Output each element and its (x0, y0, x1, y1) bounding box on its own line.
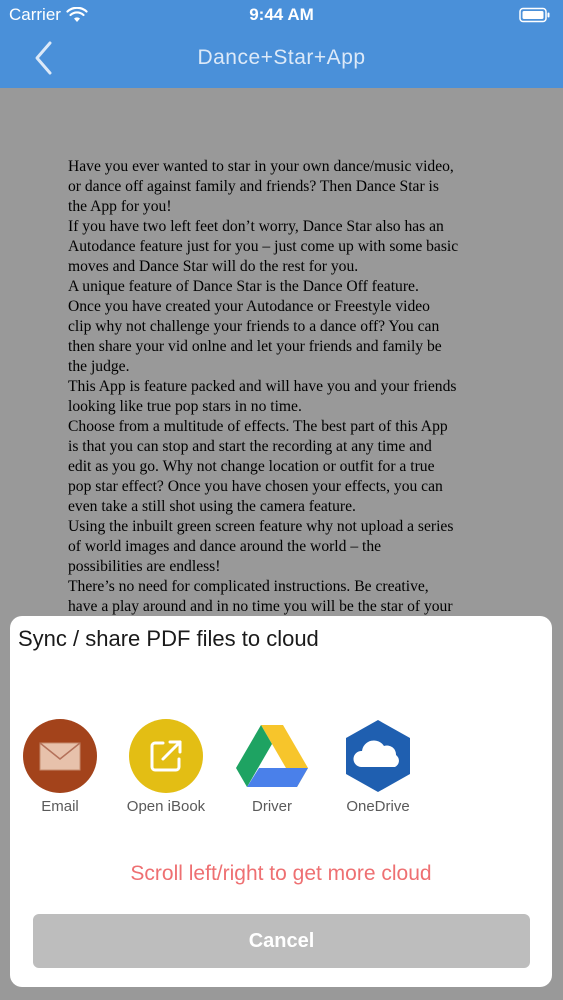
cloud-option-label: Email (41, 798, 79, 815)
cloud-option-label: Open iBook (126, 798, 206, 815)
onedrive-cloud-icon (346, 720, 410, 792)
cloud-option-onedrive[interactable]: OneDrive (323, 719, 433, 819)
google-drive-icon (236, 725, 308, 787)
status-bar: Carrier 9:44 AM (0, 0, 563, 30)
cloud-option-email[interactable]: Email (5, 719, 115, 819)
open-external-icon (129, 719, 203, 793)
cancel-button[interactable]: Cancel (33, 914, 530, 968)
envelope-icon (23, 719, 97, 793)
cloud-option-open-ibook[interactable]: Open iBook (111, 719, 221, 819)
cloud-option-label: OneDrive (346, 798, 410, 815)
cloud-option-label: Driver (252, 798, 292, 815)
cloud-option-driver[interactable]: Driver (217, 719, 327, 819)
share-sheet: Sync / share PDF files to cloud Email Op… (10, 616, 552, 987)
status-time: 9:44 AM (249, 5, 314, 24)
battery-icon (519, 7, 550, 23)
sheet-title: Sync / share PDF files to cloud (18, 626, 319, 651)
page-title: Dance+Star+App (197, 46, 366, 69)
scroll-hint: Scroll left/right to get more cloud (130, 862, 432, 885)
